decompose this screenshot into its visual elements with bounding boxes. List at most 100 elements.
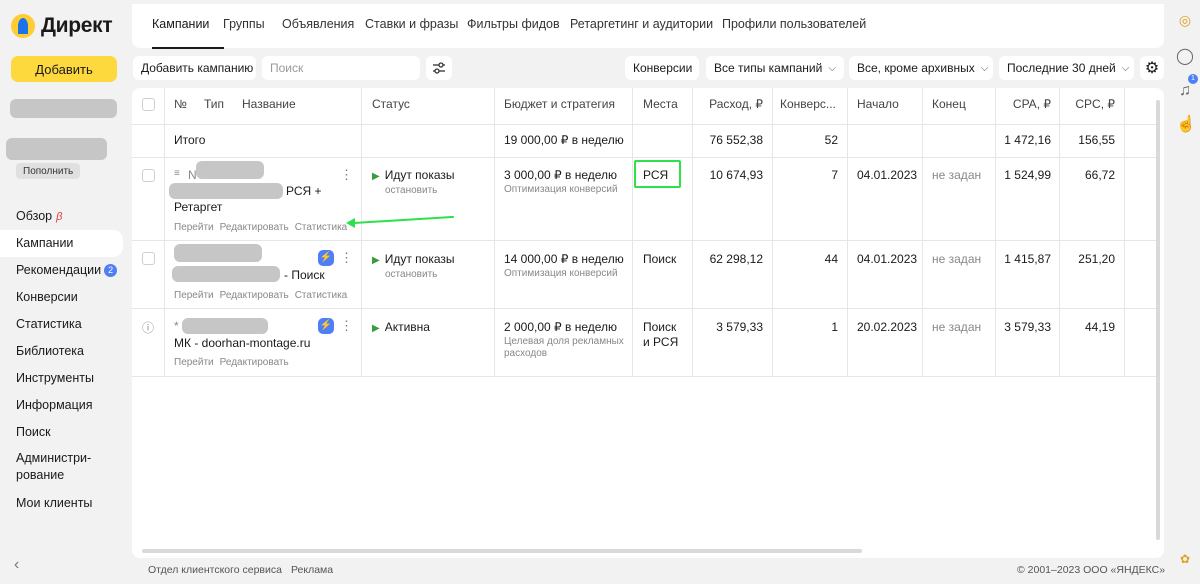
edit-link[interactable]: Редактировать	[220, 222, 289, 233]
help-icon[interactable]: ⓘ	[142, 319, 154, 336]
autotargeting-bolt-icon: ⚡	[318, 318, 334, 334]
sidebar-item-statistics[interactable]: Статистика	[0, 311, 132, 338]
header-type[interactable]: Тип	[204, 97, 224, 111]
statistics-link[interactable]: Статистика	[295, 222, 348, 233]
campaign-name[interactable]: РСЯ +	[286, 184, 322, 198]
start-date: 04.01.2023	[857, 252, 918, 266]
header-start[interactable]: Начало	[857, 97, 899, 111]
edit-link[interactable]: Редактировать	[220, 357, 289, 368]
sidebar-item-administration[interactable]: Администри- рование	[0, 446, 132, 490]
header-end[interactable]: Конец	[932, 97, 966, 111]
more-menu-icon[interactable]: ⋮	[340, 251, 353, 264]
header-cpc[interactable]: CPC, ₽	[1059, 97, 1115, 111]
places-value: РСЯ	[643, 168, 669, 182]
header-cpa[interactable]: CPA, ₽	[995, 97, 1051, 111]
campaign-name[interactable]: МК - doorhan-montage.ru	[174, 336, 310, 350]
add-button[interactable]: Добавить	[11, 56, 117, 82]
archive-filter-select[interactable]: Все, кроме архивных ⌵	[849, 56, 993, 80]
campaign-name[interactable]: - Поиск	[284, 268, 325, 282]
redacted-account-name	[10, 99, 117, 118]
sidebar-item-recommendations[interactable]: Рекомендации 2	[0, 257, 132, 284]
tab-retargeting[interactable]: Ретаргетинг и аудитории	[570, 17, 713, 31]
campaign-type-icon: ≡	[174, 168, 180, 179]
end-date: не задан	[932, 252, 982, 266]
active-tab-indicator	[152, 47, 224, 49]
header-places[interactable]: Места	[643, 97, 678, 111]
spend-value: 62 298,12	[709, 252, 763, 266]
cpa-value: 1 524,99	[1004, 168, 1051, 182]
header-spend[interactable]: Расход, ₽	[702, 97, 763, 111]
budget-value: 2 000,00 ₽ в неделю	[504, 320, 618, 334]
status-text: Активна	[384, 320, 430, 334]
sidebar-item-label: Информация	[16, 398, 93, 412]
sidebar-item-search[interactable]: Поиск	[0, 419, 132, 446]
client-service-link[interactable]: Отдел клиентского сервиса	[148, 564, 282, 576]
sidebar-item-conversions[interactable]: Конверсии	[0, 284, 132, 311]
column-divider	[632, 88, 633, 376]
tab-feed-filters[interactable]: Фильтры фидов	[467, 17, 560, 31]
campaign-types-select[interactable]: Все типы кампаний ⌵	[706, 56, 844, 80]
cpc-value: 66,72	[1084, 168, 1115, 182]
column-divider	[164, 88, 165, 376]
row-divider	[132, 124, 1156, 125]
row-divider	[132, 376, 1156, 377]
strategy-value: Оптимизация конверсий	[504, 268, 618, 279]
total-cpc: 156,55	[1078, 133, 1115, 147]
tab-user-profiles[interactable]: Профили пользователей	[722, 17, 866, 31]
tab-groups[interactable]: Группы	[223, 17, 265, 31]
campaign-name-line2[interactable]: Ретаргет	[174, 200, 222, 214]
statistics-link[interactable]: Статистика	[295, 290, 348, 301]
play-icon: ▶	[372, 255, 380, 266]
vertical-scrollbar[interactable]	[1156, 100, 1160, 540]
column-divider	[847, 88, 848, 376]
row-checkbox[interactable]	[142, 252, 155, 265]
more-menu-icon[interactable]: ⋮	[340, 168, 353, 181]
sidebar-item-tools[interactable]: Инструменты	[0, 365, 132, 392]
header-number[interactable]: №	[174, 97, 187, 111]
sidebar-item-overview[interactable]: Обзор β	[0, 203, 132, 230]
apps-icon[interactable]: ◎	[1176, 11, 1194, 29]
header-status[interactable]: Статус	[372, 97, 410, 111]
sidebar-item-library[interactable]: Библиотека	[0, 338, 132, 365]
chat-icon[interactable]: ◯	[1176, 48, 1194, 66]
column-settings-button[interactable]	[426, 56, 452, 80]
horizontal-scrollbar[interactable]	[142, 549, 862, 553]
redacted-campaign-name	[196, 161, 264, 179]
tab-ads[interactable]: Объявления	[282, 17, 354, 31]
sidebar-item-my-clients[interactable]: Мои клиенты	[0, 490, 132, 517]
more-menu-icon[interactable]: ⋮	[340, 319, 353, 332]
goto-link[interactable]: Перейти	[174, 290, 214, 301]
tab-bids-phrases[interactable]: Ставки и фразы	[365, 17, 458, 31]
services-icon[interactable]: ✿	[1176, 550, 1194, 568]
select-all-checkbox[interactable]	[142, 98, 155, 111]
period-select[interactable]: Последние 30 дней ⌵	[999, 56, 1134, 80]
logo[interactable]: Директ	[11, 14, 113, 38]
add-campaign-button[interactable]: Добавить кампанию	[133, 56, 256, 80]
top-up-button[interactable]: Пополнить	[16, 163, 81, 179]
total-label: Итого	[174, 133, 206, 147]
search-input[interactable]: Поиск	[262, 56, 420, 80]
play-icon: ▶	[372, 323, 380, 334]
advertising-link[interactable]: Реклама	[291, 564, 333, 576]
header-budget[interactable]: Бюджет и стратегия	[504, 97, 615, 111]
sidebar-item-campaigns[interactable]: Кампании	[0, 230, 123, 257]
redacted-campaign-name	[172, 266, 280, 282]
play-icon: ▶	[372, 171, 380, 182]
stop-link[interactable]: остановить	[385, 185, 437, 196]
header-name[interactable]: Название	[242, 97, 296, 111]
settings-button[interactable]: ⚙	[1140, 56, 1164, 80]
collapse-sidebar-icon[interactable]: ‹	[14, 556, 19, 574]
row-checkbox[interactable]	[142, 169, 155, 182]
tab-campaigns[interactable]: Кампании	[152, 17, 209, 31]
total-conversions: 52	[824, 133, 838, 147]
bell-icon[interactable]: ♫	[1176, 82, 1194, 100]
header-conversions[interactable]: Конверс...	[780, 97, 836, 111]
thumbs-up-icon[interactable]: ☝	[1176, 116, 1196, 134]
gear-icon: ⚙	[1144, 60, 1160, 77]
stop-link[interactable]: остановить	[385, 269, 437, 280]
goto-link[interactable]: Перейти	[174, 222, 214, 233]
conversions-filter[interactable]: Конверсии	[625, 56, 699, 80]
edit-link[interactable]: Редактировать	[220, 290, 289, 301]
sidebar-item-info[interactable]: Информация	[0, 392, 132, 419]
goto-link[interactable]: Перейти	[174, 357, 214, 368]
